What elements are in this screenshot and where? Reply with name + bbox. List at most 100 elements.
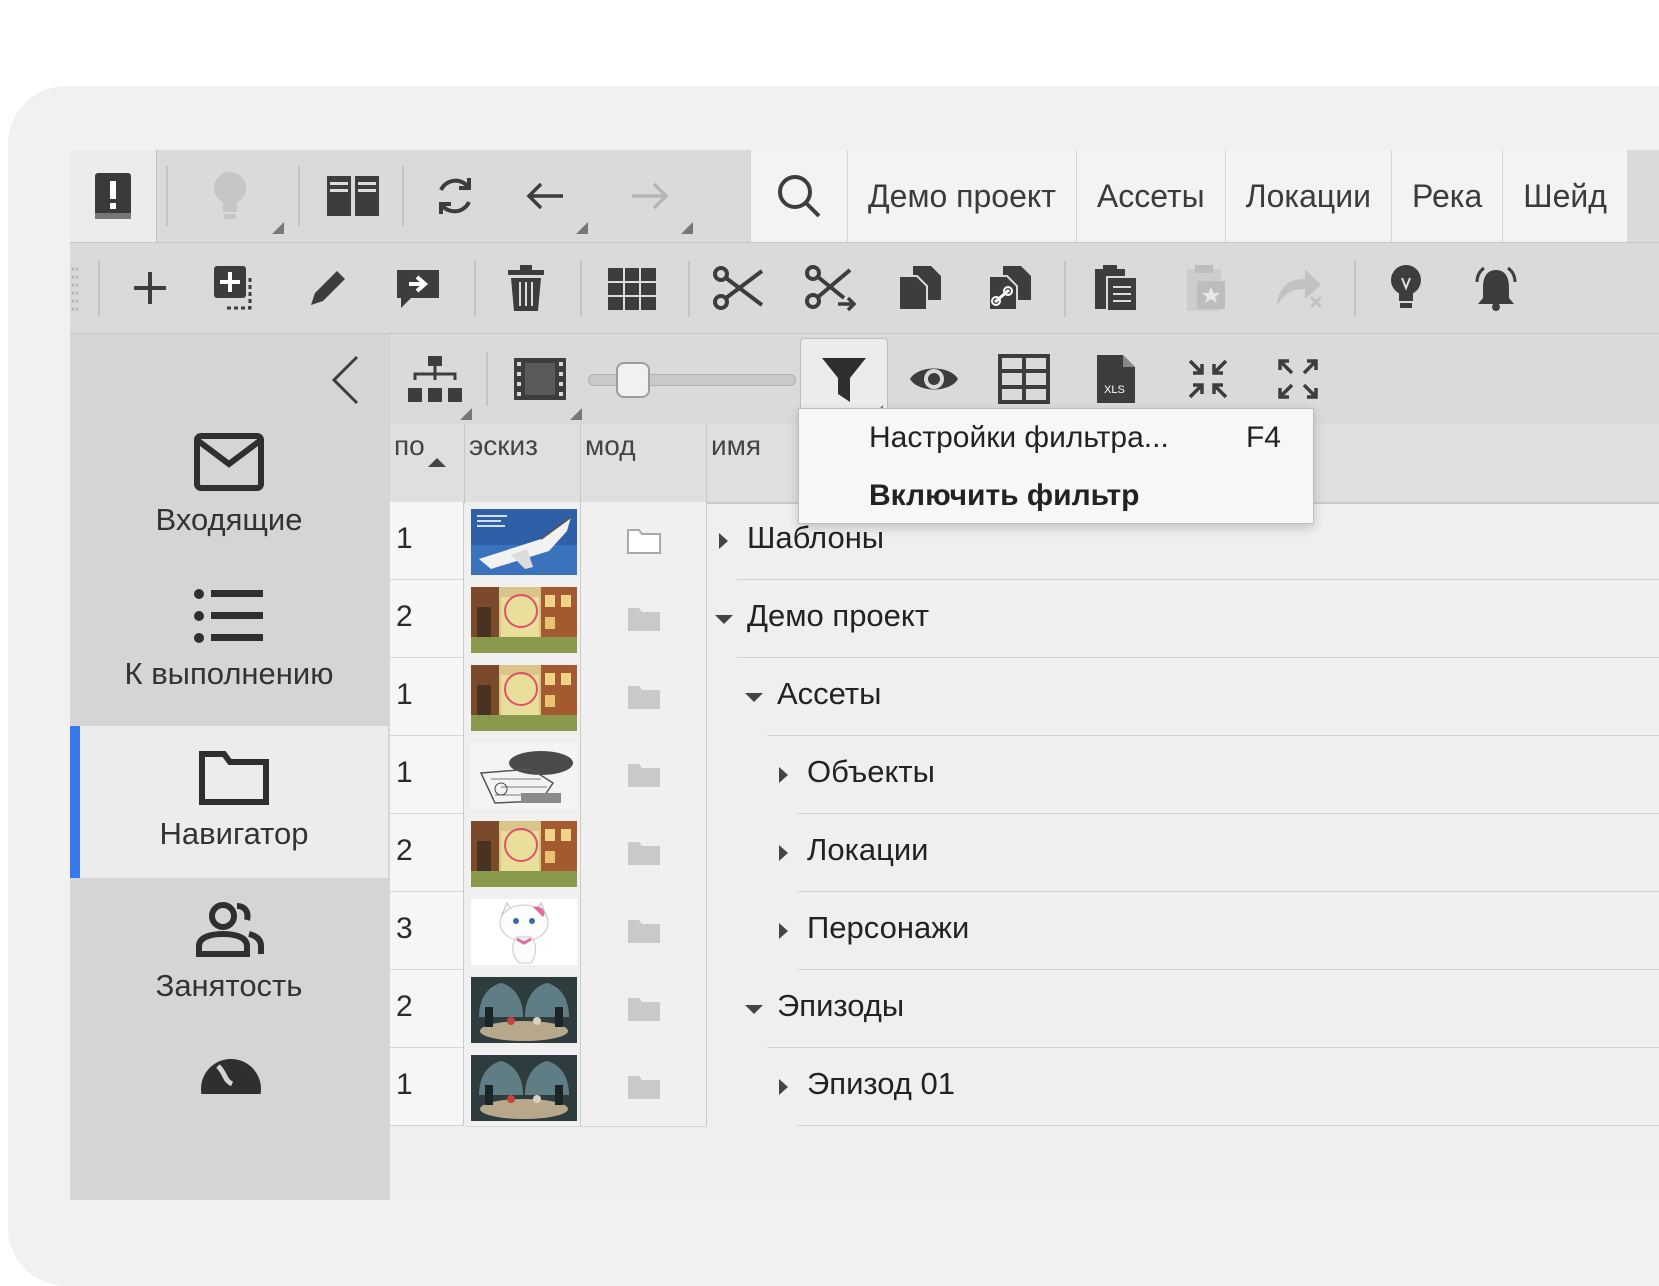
table-row[interactable]: 1 Объекты	[390, 736, 1659, 815]
edit-button[interactable]	[288, 243, 368, 333]
expand-right-icon[interactable]	[779, 845, 788, 861]
globe-icon[interactable]	[196, 1054, 266, 1119]
breadcrumb-item[interactable]: Шейд	[1502, 150, 1627, 242]
sidebar-item-workload[interactable]: Занятость	[70, 900, 388, 1050]
breadcrumb-item[interactable]: Локации	[1224, 150, 1391, 242]
expand-down-icon[interactable]	[715, 615, 733, 624]
refresh-button[interactable]	[415, 150, 495, 242]
table-row[interactable]: 1 Ассеты	[390, 658, 1659, 737]
expand-down-icon[interactable]	[745, 1005, 763, 1014]
sidebar-item-todo[interactable]: К выполнению	[70, 586, 388, 736]
copy-button[interactable]	[880, 243, 960, 333]
move-button[interactable]	[378, 243, 458, 333]
thumbnail-image[interactable]	[465, 502, 581, 581]
table-row[interactable]: 1 Эпизод 01	[390, 1048, 1659, 1127]
table-row[interactable]: 2 Локации	[390, 814, 1659, 893]
plus-icon	[134, 272, 166, 304]
action-toolbar	[70, 243, 1659, 334]
sidebar-item-navigator[interactable]: Навигатор	[70, 726, 388, 878]
app-window: Демо проект Ассеты Локации Река Шейд Вхо…	[70, 150, 1659, 1200]
sidebar-item-inbox[interactable]: Входящие	[70, 432, 388, 582]
archive-button[interactable]	[592, 243, 672, 333]
sidebar: Входящие К выполнению Навигатор Занятост…	[70, 334, 390, 1200]
delete-button[interactable]	[486, 243, 566, 333]
add-child-button[interactable]	[196, 243, 276, 333]
paste-special-button[interactable]	[1168, 243, 1248, 333]
slider-handle[interactable]	[616, 362, 650, 398]
filter-settings-menu-item[interactable]: Настройки фильтра...	[869, 421, 1169, 455]
thumbnail-image[interactable]	[465, 814, 581, 893]
expand-down-icon[interactable]	[745, 693, 763, 702]
list-icon	[194, 589, 263, 643]
paste-button[interactable]	[1076, 243, 1156, 333]
row-position: 2	[390, 580, 464, 658]
tree-node[interactable]: Объекты	[707, 736, 1659, 814]
tree-node[interactable]: Персонажи	[707, 892, 1659, 970]
tips-button[interactable]	[170, 150, 290, 242]
pencil-icon	[311, 271, 345, 305]
filter-icon	[822, 358, 866, 402]
cut-move-button[interactable]	[790, 243, 870, 333]
breadcrumb-item[interactable]: Река	[1391, 150, 1503, 242]
column-header-mod[interactable]: мод	[581, 424, 707, 502]
tree-node[interactable]: Эпизод 01	[707, 1048, 1659, 1126]
tree-node-label: Эпизоды	[777, 988, 905, 1023]
message-arrow-icon	[397, 270, 439, 308]
search-icon	[778, 175, 821, 218]
cut-button[interactable]	[698, 243, 778, 333]
drag-handle-icon[interactable]	[70, 265, 80, 315]
collapse-sidebar-button[interactable]	[325, 352, 365, 408]
redirect-button[interactable]	[1260, 243, 1340, 333]
expand-right-icon[interactable]	[779, 767, 788, 783]
chevron-left-icon	[331, 355, 359, 405]
module-cell	[581, 970, 707, 1049]
boxes-icon	[608, 268, 656, 310]
bell-alarm-icon	[1475, 266, 1517, 311]
folder-icon	[627, 920, 660, 943]
hierarchy-button[interactable]	[390, 334, 480, 424]
add-box-icon	[214, 266, 252, 310]
copy-link-button[interactable]	[970, 243, 1050, 333]
breadcrumb-item[interactable]: Ассеты	[1075, 150, 1225, 242]
expand-right-icon[interactable]	[779, 923, 788, 939]
table-row[interactable]: 2 Эпизоды	[390, 970, 1659, 1049]
thumbnail-view-button[interactable]	[494, 334, 586, 424]
layout-button[interactable]	[310, 150, 395, 242]
expand-right-icon[interactable]	[719, 533, 728, 549]
tree-node-label: Объекты	[807, 754, 935, 789]
alarm-button[interactable]	[1456, 243, 1536, 333]
row-position: 1	[390, 1048, 464, 1126]
back-button[interactable]	[500, 150, 590, 242]
tree-node[interactable]: Ассеты	[707, 658, 1659, 736]
menu-item-label: Включить фильтр	[869, 479, 1140, 512]
notification-button[interactable]	[70, 150, 157, 242]
column-header-thumb[interactable]: эскиз	[465, 424, 581, 502]
tree-node[interactable]: Эпизоды	[707, 970, 1659, 1048]
column-label: имя	[711, 430, 762, 461]
module-cell	[581, 658, 707, 737]
idea-button[interactable]	[1366, 243, 1446, 333]
forward-button[interactable]	[605, 150, 695, 242]
thumbnail-image[interactable]	[465, 658, 581, 737]
table-row[interactable]: 3 Персонажи	[390, 892, 1659, 971]
row-position: 1	[390, 658, 464, 736]
search-button[interactable]	[750, 150, 847, 242]
thumbnail-image[interactable]	[465, 736, 581, 815]
add-button[interactable]	[110, 243, 190, 333]
thumbnail-image[interactable]	[465, 580, 581, 659]
thumbnail-image[interactable]	[465, 1048, 581, 1127]
scissors-arrow-icon	[805, 265, 856, 312]
tree-node[interactable]: Локации	[707, 814, 1659, 892]
thumbnail-image[interactable]	[465, 970, 581, 1049]
tree-node-label: Демо проект	[747, 598, 930, 633]
grid-icon	[998, 354, 1050, 404]
enable-filter-menu-item[interactable]: Включить фильтр	[869, 479, 1139, 513]
folder-icon	[627, 998, 660, 1021]
tree-node[interactable]: Демо проект	[707, 580, 1659, 658]
trash-icon	[508, 265, 544, 311]
expand-right-icon[interactable]	[779, 1079, 788, 1095]
thumbnail-image[interactable]	[465, 892, 581, 971]
column-header-pos[interactable]: по	[390, 424, 465, 502]
table-row[interactable]: 2 Демо проект	[390, 580, 1659, 659]
breadcrumb-item[interactable]: Демо проект	[847, 150, 1076, 242]
